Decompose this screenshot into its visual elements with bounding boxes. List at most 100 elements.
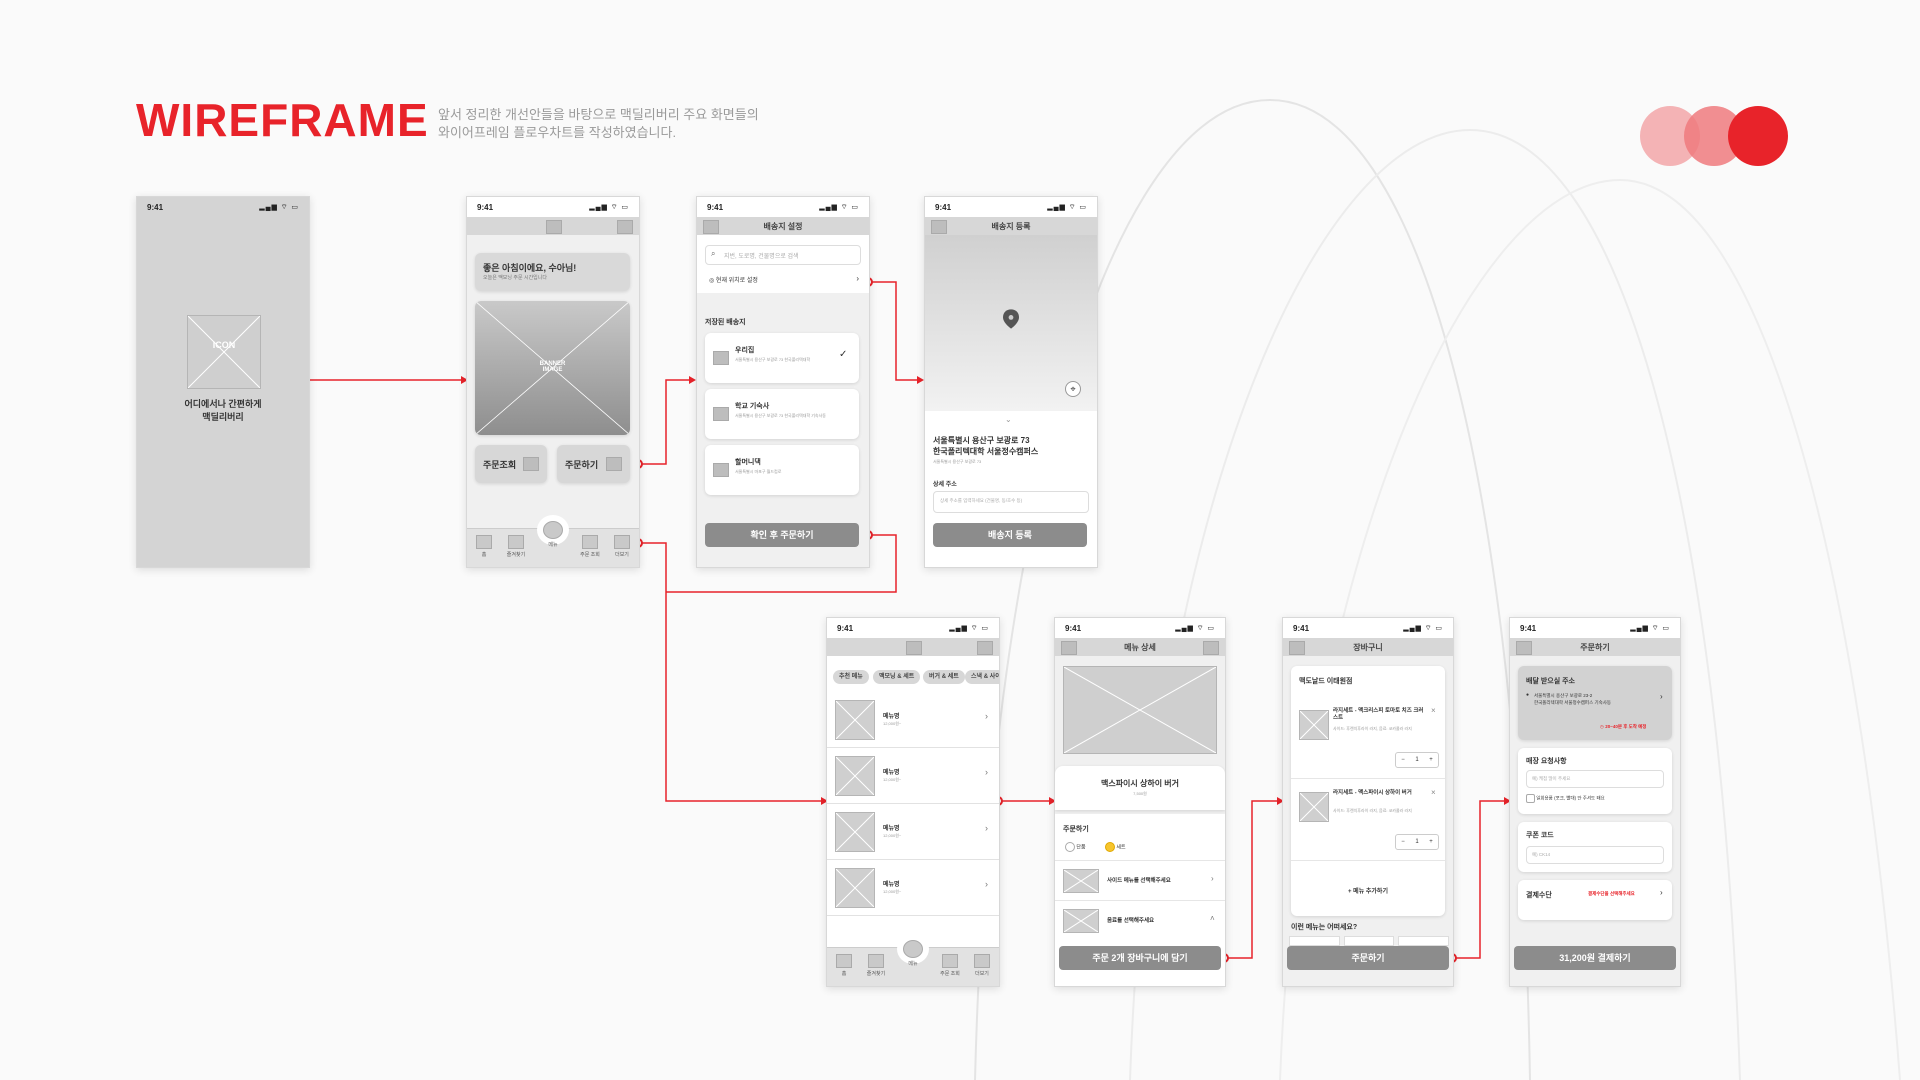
locate-icon[interactable]: ⌖ <box>1065 381 1081 397</box>
drink-image-placeholder <box>1063 909 1099 933</box>
tab-menu[interactable]: 메뉴 <box>538 521 568 548</box>
detail-address-placeholder: 상세 주소를 입력하세요 (건물명, 동/호수 등) <box>940 498 1023 503</box>
tab-order-history[interactable]: 주문 조회 <box>575 535 605 558</box>
splash-slogan-line1: 어디에서나 간편하게 <box>184 399 262 409</box>
plus-icon[interactable]: + <box>1429 839 1433 845</box>
tab-order-history[interactable]: 주문 조회 <box>935 954 965 977</box>
category-chip[interactable]: 맥모닝 & 세트 <box>873 670 921 684</box>
back-icon[interactable] <box>703 220 719 234</box>
coupon-placeholder: 예) CK14 <box>1532 852 1551 857</box>
category-chip[interactable]: 버거 & 세트 <box>923 670 965 684</box>
register-address-button[interactable]: 배송지 등록 <box>933 523 1087 547</box>
pay-button[interactable]: 31,200원 결제하기 <box>1514 946 1676 970</box>
more-icon <box>974 954 990 968</box>
cart-item-detail: 사이드: 후렌치후라이 라지, 음료: 코카콜라 라지 <box>1333 726 1412 731</box>
store-request-input[interactable]: 예) 케첩 많이 주세요 <box>1526 770 1664 788</box>
minus-icon[interactable]: − <box>1401 757 1405 763</box>
add-to-cart-button[interactable]: 주문 2개 장바구니에 담기 <box>1059 946 1221 970</box>
menu-name: 메뉴명 <box>883 714 900 720</box>
address-detail: 서울특별시 마포구 월드컵로 <box>735 469 782 474</box>
category-chip[interactable]: 추천 메뉴 <box>833 670 869 684</box>
star-icon <box>868 954 884 968</box>
menu-detail-name: 맥스파이시 상하이 버거 <box>1100 779 1180 788</box>
category-chip[interactable]: 스낵 & 사이 <box>965 670 999 684</box>
chevron-right-icon: › <box>985 823 988 833</box>
coupon-card: 쿠폰 코드 예) CK14 <box>1518 822 1672 872</box>
tab-favorites[interactable]: 즐겨찾기 <box>501 535 531 558</box>
back-icon[interactable] <box>1289 641 1305 655</box>
option-single[interactable]: 단품 <box>1065 842 1086 852</box>
back-icon[interactable] <box>931 220 947 234</box>
status-bar: 9:41 ▂▄▆ ⌔ ▭ <box>1055 618 1225 638</box>
cart-icon[interactable] <box>977 641 993 655</box>
back-icon[interactable] <box>1516 641 1532 655</box>
recommend-item[interactable] <box>1343 936 1395 946</box>
address-item[interactable]: 학교 기숙사 서울특별시 용산구 보광로 73 한국폴리텍대학 기숙사동 <box>705 389 859 439</box>
address-search-input[interactable]: ⌕ 지번, 도로명, 건물명으로 검색 <box>705 245 861 265</box>
current-location-row[interactable]: ◎ 현재 위치로 설정 › <box>709 274 859 284</box>
home-icon <box>476 535 492 549</box>
tab-label: 메뉴 <box>908 961 918 967</box>
disposable-checkbox[interactable]: 일회용품 (포크, 빨대) 안 주셔도 돼요 <box>1526 794 1605 803</box>
cart-icon[interactable] <box>617 220 633 234</box>
checkout-header: 주문하기 <box>1510 638 1680 656</box>
confirm-order-button[interactable]: 확인 후 주문하기 <box>705 523 859 547</box>
status-icons: ▂▄▆ ⌔ ▭ <box>819 203 859 211</box>
back-icon[interactable] <box>1061 641 1077 655</box>
banner-image[interactable]: BANNER IMAGE <box>475 301 630 435</box>
item-image-placeholder <box>1299 792 1329 822</box>
payment-method-link[interactable]: 결제수단을 선택해주세요 <box>1588 891 1635 897</box>
recommend-strip <box>1289 936 1450 946</box>
menu-detail-header: 메뉴 상세 <box>1055 638 1225 656</box>
cart-icon[interactable] <box>1203 641 1219 655</box>
drink-menu-row[interactable]: 음료를 선택해주세요 ˄ <box>1055 900 1225 939</box>
chevron-right-icon: › <box>985 879 988 889</box>
remove-icon[interactable]: × <box>1431 706 1436 715</box>
cart-item-name: 라지세트 - 맥스파이시 상하이 버거 <box>1333 790 1412 796</box>
logo-icon <box>546 220 562 234</box>
menu-list-item[interactable]: 메뉴명 12,000원~ › <box>827 860 999 916</box>
status-icons: ▂▄▆ ⌔ ▭ <box>1175 624 1215 632</box>
saved-address-title: 저장된 배송지 <box>705 319 746 326</box>
menu-list-item[interactable]: 메뉴명 12,000원~ › <box>827 692 999 748</box>
remove-icon[interactable]: × <box>1431 788 1436 797</box>
tab-label: 즐겨찾기 <box>866 971 886 977</box>
minus-icon[interactable]: − <box>1401 839 1405 845</box>
add-menu-link[interactable]: + 메뉴 추가하기 <box>1291 886 1445 895</box>
quantity-stepper[interactable]: − 1 + <box>1395 752 1439 768</box>
tab-more[interactable]: 더보기 <box>967 954 997 977</box>
menu-price: 12,000원~ <box>883 721 902 726</box>
subtitle-line-1: 앞서 정리한 개선안들을 바탕으로 맥딜리버리 주요 화면들의 <box>438 107 759 122</box>
status-icons: ▂▄▆ ⌔ ▭ <box>1047 203 1087 211</box>
plus-icon[interactable]: + <box>1429 757 1433 763</box>
detail-address-input[interactable]: 상세 주소를 입력하세요 (건물명, 동/호수 등) <box>933 491 1089 513</box>
tab-home[interactable]: 홈 <box>469 535 499 558</box>
quantity-value: 1 <box>1415 839 1419 845</box>
tab-menu[interactable]: 메뉴 <box>898 940 928 967</box>
address-name: 할머니댁 <box>735 459 761 466</box>
side-menu-row[interactable]: 사이드 메뉴를 선택해주세요 › <box>1055 860 1225 899</box>
address-item[interactable]: 우리집 서울특별시 용산구 보광로 73 한국폴리텍대학 ✓ <box>705 333 859 383</box>
order-check-button[interactable]: 주문조회 <box>475 445 547 483</box>
cart-item-name: 라지세트 - 맥크리스피 토마토 치즈 크러스트 <box>1333 708 1424 721</box>
map-area[interactable]: ⌖ <box>925 235 1097 411</box>
address-detail: 서울특별시 용산구 보광로 73 한국폴리텍대학 기숙사동 <box>735 413 826 418</box>
register-title: 배송지 등록 <box>991 221 1031 231</box>
status-time: 9:41 <box>477 202 494 212</box>
quantity-stepper[interactable]: − 1 + <box>1395 834 1439 850</box>
option-set[interactable]: 세트 <box>1105 842 1126 852</box>
tab-favorites[interactable]: 즐겨찾기 <box>861 954 891 977</box>
address-item[interactable]: 할머니댁 서울특별시 마포구 월드컵로 <box>705 445 859 495</box>
tab-home[interactable]: 홈 <box>829 954 859 977</box>
payment-method-card[interactable]: 결제수단 결제수단을 선택해주세요 › <box>1518 880 1672 920</box>
menu-list-item[interactable]: 메뉴명 12,000원~ › <box>827 748 999 804</box>
tab-more[interactable]: 더보기 <box>607 535 637 558</box>
menu-list-item[interactable]: 메뉴명 12,000원~ › <box>827 804 999 860</box>
coupon-input[interactable]: 예) CK14 <box>1526 846 1664 864</box>
recommend-item[interactable] <box>1398 936 1450 946</box>
cart-order-button[interactable]: 주문하기 <box>1287 946 1449 970</box>
checkbox-icon <box>1526 794 1535 803</box>
recommend-item[interactable] <box>1289 936 1340 946</box>
order-button[interactable]: 주문하기 <box>557 445 630 483</box>
delivery-address-card[interactable]: 배달 받으실 주소 ● 서울특별시 용산구 보광로 23-2 한국폴리텍대학 서… <box>1518 666 1672 740</box>
